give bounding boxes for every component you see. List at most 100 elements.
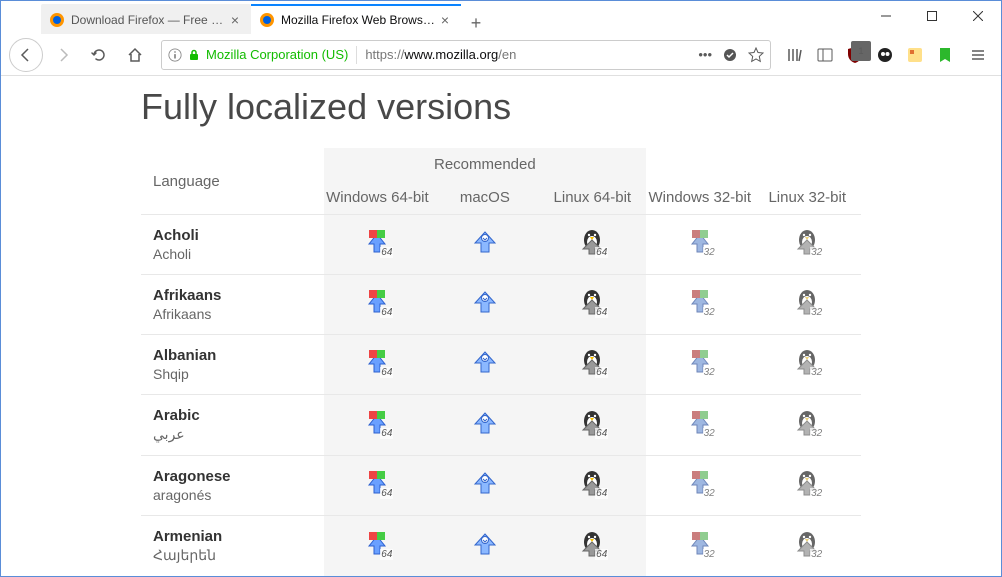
page-action-icon[interactable]: ••• [698, 47, 712, 62]
download-win32[interactable]: 32 [686, 348, 714, 376]
site-identity[interactable]: Mozilla Corporation (US) [168, 47, 348, 62]
table-row: Acholi Acholi 64 64 32 32 [141, 215, 861, 275]
download-win64[interactable]: 64 [363, 228, 391, 256]
download-mac[interactable] [471, 469, 499, 497]
page-viewport[interactable]: Fully localized versions Language Recomm… [1, 76, 1001, 576]
bits-label: 64 [595, 549, 608, 560]
download-mac[interactable] [471, 348, 499, 376]
bits-label: 32 [810, 247, 823, 258]
language-name-en: Albanian [153, 347, 312, 364]
bits-label: 64 [380, 549, 393, 560]
download-linux32[interactable]: 32 [793, 348, 821, 376]
downloads-table: Language Recommended Windows 64-bit macO… [141, 148, 861, 576]
maximize-button[interactable] [909, 1, 955, 31]
window-controls [863, 1, 1001, 34]
download-linux32[interactable]: 32 [793, 530, 821, 558]
language-name-en: Arabic [153, 407, 312, 424]
download-win64[interactable]: 64 [363, 348, 391, 376]
page-content: Fully localized versions Language Recomm… [1, 76, 881, 576]
addon-icon-1[interactable] [875, 45, 895, 65]
download-linux32[interactable]: 32 [793, 288, 821, 316]
language-name-en: Armenian [153, 528, 312, 545]
bits-label: 32 [810, 549, 823, 560]
download-mac[interactable] [471, 530, 499, 558]
lock-icon [188, 49, 200, 61]
download-linux64[interactable]: 64 [578, 530, 606, 558]
page-heading: Fully localized versions [141, 86, 881, 128]
download-win32[interactable]: 32 [686, 469, 714, 497]
table-row: Armenian Հայերեն 64 64 32 32 [141, 516, 861, 577]
language-name-en: Aragonese [153, 468, 312, 485]
download-win64[interactable]: 64 [363, 409, 391, 437]
window-titlebar: Download Firefox — Free Web B × Mozilla … [1, 1, 1001, 34]
download-win32[interactable]: 32 [686, 409, 714, 437]
col-header-linux64: Linux 64-bit [539, 181, 646, 215]
download-win32[interactable]: 32 [686, 530, 714, 558]
browser-tab-2[interactable]: Mozilla Firefox Web Browser — × [251, 4, 461, 34]
url-bar[interactable]: Mozilla Corporation (US) https://www.moz… [161, 40, 771, 70]
download-linux32[interactable]: 32 [793, 469, 821, 497]
close-button[interactable] [955, 1, 1001, 31]
bits-label: 32 [810, 428, 823, 439]
bits-label: 64 [595, 428, 608, 439]
download-win64[interactable]: 64 [363, 469, 391, 497]
close-icon[interactable]: × [437, 12, 453, 28]
firefox-icon [49, 12, 65, 28]
table-row: Afrikaans Afrikaans 64643232 [141, 275, 861, 335]
recommended-header: Recommended [324, 148, 646, 181]
download-win64[interactable]: 64 [363, 530, 391, 558]
download-linux64[interactable]: 64 [578, 288, 606, 316]
download-linux32[interactable]: 32 [793, 409, 821, 437]
browser-tab-1[interactable]: Download Firefox — Free Web B × [41, 4, 251, 34]
bits-label: 64 [380, 428, 393, 439]
download-linux64[interactable]: 64 [578, 228, 606, 256]
close-icon[interactable]: × [227, 12, 243, 28]
home-button[interactable] [119, 39, 151, 71]
ublock-icon[interactable]: 1 [845, 45, 865, 65]
forward-button[interactable] [47, 39, 79, 71]
tab-strip: Download Firefox — Free Web B × Mozilla … [1, 1, 491, 34]
language-cell: Albanian Shqip [141, 335, 324, 395]
language-name-native: Shqip [153, 366, 312, 382]
hamburger-menu-icon[interactable] [963, 40, 993, 70]
tab-title: Mozilla Firefox Web Browser — [281, 13, 437, 27]
download-linux64[interactable]: 64 [578, 348, 606, 376]
back-button[interactable] [9, 38, 43, 72]
col-header-linux32: Linux 32-bit [753, 181, 861, 215]
bits-label: 32 [703, 307, 716, 318]
new-tab-button[interactable]: + [461, 13, 491, 34]
download-mac[interactable] [471, 409, 499, 437]
language-cell: Aragonese aragonés [141, 456, 324, 516]
bits-label: 64 [380, 367, 393, 378]
minimize-button[interactable] [863, 1, 909, 31]
reader-mode-icon[interactable] [722, 47, 738, 63]
bits-label: 64 [595, 247, 608, 258]
language-name-native: Acholi [153, 246, 312, 262]
sidebar-icon[interactable] [815, 45, 835, 65]
download-mac[interactable] [471, 288, 499, 316]
bits-label: 64 [380, 488, 393, 499]
download-linux64[interactable]: 64 [578, 469, 606, 497]
download-win32[interactable]: 32 [686, 288, 714, 316]
ublock-badge: 1 [851, 41, 871, 61]
download-mac[interactable] [471, 228, 499, 256]
library-icon[interactable] [785, 45, 805, 65]
language-name-native: Հայերեն [153, 547, 312, 564]
language-name-en: Acholi [153, 227, 312, 244]
language-name-en: Afrikaans [153, 287, 312, 304]
bits-label: 32 [810, 488, 823, 499]
col-header-language: Language [141, 148, 324, 215]
bits-label: 64 [595, 488, 608, 499]
reload-button[interactable] [83, 39, 115, 71]
addon-icon-2[interactable] [905, 45, 925, 65]
download-linux64[interactable]: 64 [578, 409, 606, 437]
download-linux32[interactable]: 32 [793, 228, 821, 256]
identity-org: Mozilla Corporation (US) [206, 47, 348, 62]
language-cell: Armenian Հայերեն [141, 516, 324, 577]
download-win64[interactable]: 64 [363, 288, 391, 316]
download-win32[interactable]: 32 [686, 228, 714, 256]
bits-label: 32 [703, 367, 716, 378]
firefox-icon [259, 12, 275, 28]
addon-icon-3[interactable] [935, 45, 955, 65]
bookmark-star-icon[interactable] [748, 47, 764, 63]
